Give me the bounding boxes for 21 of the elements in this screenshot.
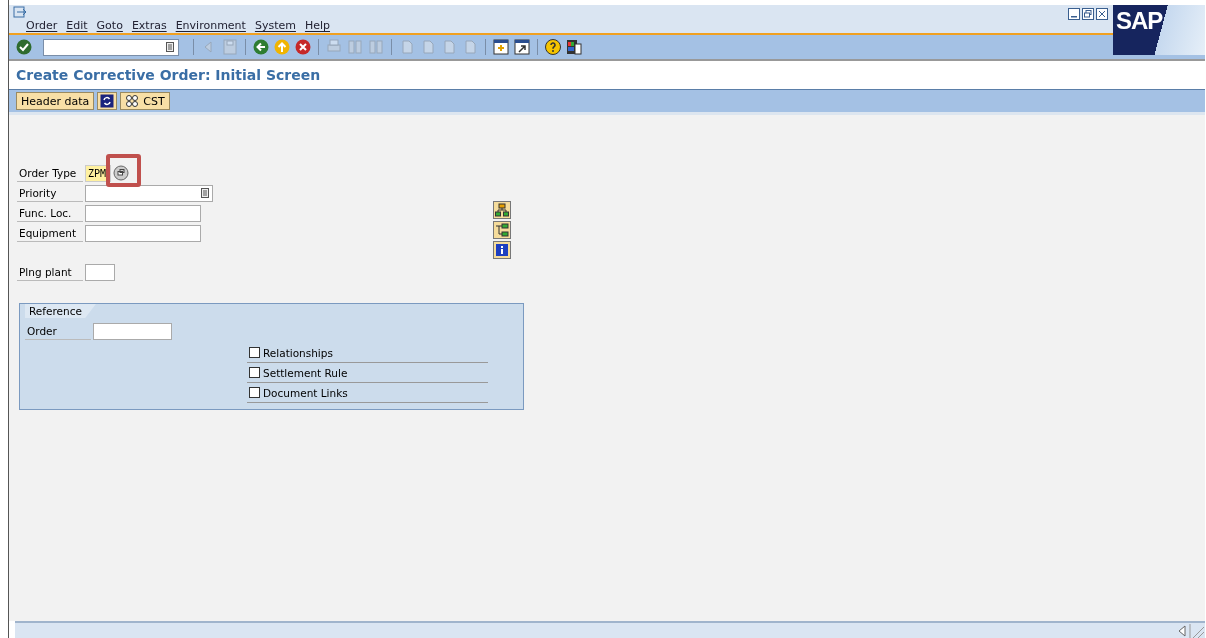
field-label: Order Type — [17, 164, 83, 182]
checkbox-label: Settlement Rule — [263, 366, 348, 379]
menu-item[interactable]: Goto — [96, 19, 123, 32]
menu-item[interactable]: System — [254, 19, 296, 32]
checkbox-label: Document Links — [263, 386, 348, 399]
screen-title: Create Corrective Order: Initial Screen — [16, 67, 321, 83]
menu-item[interactable]: Order — [26, 19, 58, 32]
menu-item[interactable]: Environment — [175, 19, 246, 32]
field-label: Priority — [17, 184, 83, 202]
field-label: Func. Loc. — [17, 204, 83, 222]
menu-item[interactable]: Edit — [66, 19, 88, 32]
field-label: Order — [25, 322, 91, 340]
logo: SAP — [1113, 5, 1205, 55]
field-label: Equipment — [17, 224, 83, 242]
group-title: Reference — [25, 304, 96, 318]
header-data-button[interactable]: Header data — [16, 92, 95, 110]
checkbox-label: Relationships — [263, 346, 333, 359]
menu-item[interactable]: Extras — [131, 19, 167, 32]
field-label: Plng plant — [17, 263, 83, 281]
cst-button[interactable]: CST — [120, 92, 170, 110]
menu-item[interactable]: Help — [304, 19, 330, 32]
